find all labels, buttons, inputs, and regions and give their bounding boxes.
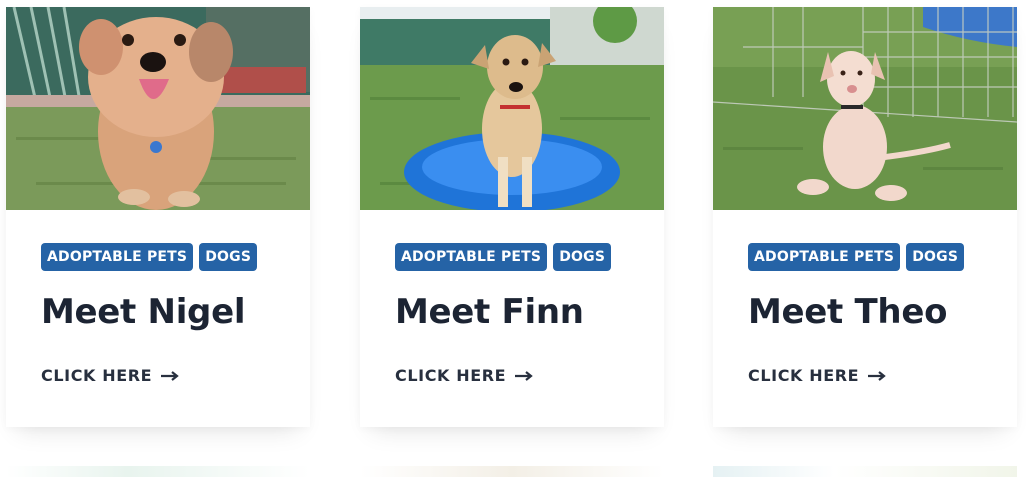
click-here-link[interactable]: CLICK HERE bbox=[395, 366, 533, 385]
pet-card: ADOPTABLE PETS DOGS Meet Finn CLICK HERE bbox=[360, 7, 664, 427]
pet-card: ADOPTABLE PETS DOGS Meet Theo CLICK HERE bbox=[713, 7, 1017, 427]
click-here-label: CLICK HERE bbox=[41, 366, 153, 385]
arrow-right-icon bbox=[868, 370, 886, 381]
click-here-label: CLICK HERE bbox=[395, 366, 507, 385]
card-body: ADOPTABLE PETS DOGS Meet Theo CLICK HERE bbox=[748, 243, 997, 385]
pet-title[interactable]: Meet Theo bbox=[748, 292, 997, 332]
next-card-preview bbox=[713, 466, 1017, 477]
arrow-right-icon bbox=[161, 370, 179, 381]
tag-adoptable-pets[interactable]: ADOPTABLE PETS bbox=[748, 243, 901, 271]
click-here-label: CLICK HERE bbox=[748, 366, 860, 385]
pet-card: ADOPTABLE PETS DOGS Meet Nigel CLICK HER… bbox=[6, 7, 310, 427]
pet-photo[interactable] bbox=[713, 7, 1017, 210]
pet-photo[interactable] bbox=[360, 7, 664, 210]
tag-adoptable-pets[interactable]: ADOPTABLE PETS bbox=[41, 243, 194, 271]
pet-cards-grid: ADOPTABLE PETS DOGS Meet Nigel CLICK HER… bbox=[0, 0, 1026, 477]
pet-photo[interactable] bbox=[6, 7, 310, 210]
next-card-preview bbox=[360, 466, 664, 477]
tag-adoptable-pets[interactable]: ADOPTABLE PETS bbox=[395, 243, 548, 271]
tag-dogs[interactable]: DOGS bbox=[553, 243, 612, 271]
click-here-link[interactable]: CLICK HERE bbox=[41, 366, 179, 385]
tag-list: ADOPTABLE PETS DOGS bbox=[748, 243, 997, 271]
click-here-link[interactable]: CLICK HERE bbox=[748, 366, 886, 385]
arrow-right-icon bbox=[515, 370, 533, 381]
pet-title[interactable]: Meet Finn bbox=[395, 292, 644, 332]
card-body: ADOPTABLE PETS DOGS Meet Nigel CLICK HER… bbox=[41, 243, 290, 385]
card-body: ADOPTABLE PETS DOGS Meet Finn CLICK HERE bbox=[395, 243, 644, 385]
pet-title[interactable]: Meet Nigel bbox=[41, 292, 290, 332]
tag-dogs[interactable]: DOGS bbox=[199, 243, 258, 271]
tag-dogs[interactable]: DOGS bbox=[906, 243, 965, 271]
tag-list: ADOPTABLE PETS DOGS bbox=[41, 243, 290, 271]
tag-list: ADOPTABLE PETS DOGS bbox=[395, 243, 644, 271]
next-card-preview bbox=[6, 466, 310, 477]
